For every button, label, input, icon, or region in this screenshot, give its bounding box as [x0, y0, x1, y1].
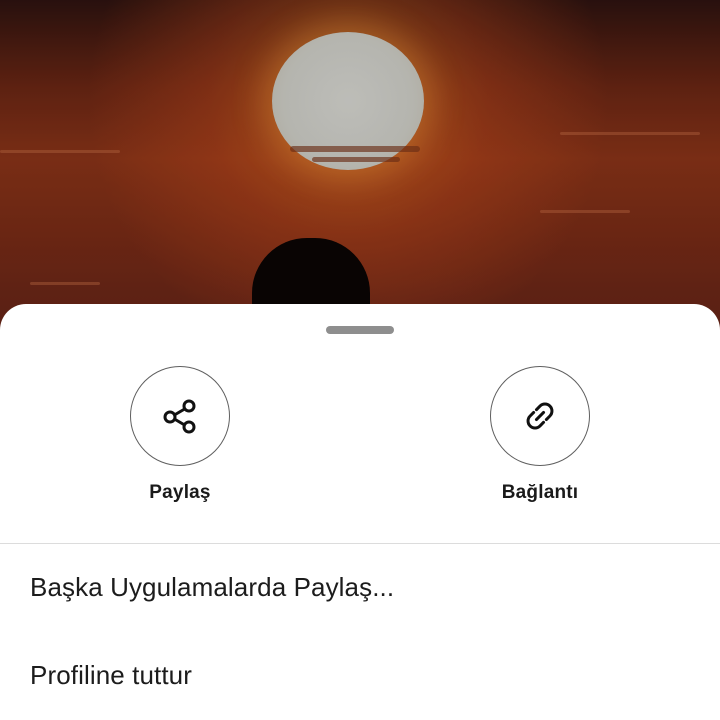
drag-handle[interactable]	[326, 326, 394, 334]
share-action-button[interactable]	[130, 366, 230, 466]
link-action-label: Bağlantı	[501, 482, 579, 503]
menu-item-pin-to-profile[interactable]: Profiline tuttur	[30, 660, 192, 691]
menu-item-share-other-apps[interactable]: Başka Uygulamalarda Paylaş...	[30, 572, 394, 603]
share-action[interactable]: Paylaş	[100, 366, 260, 504]
link-icon	[520, 396, 560, 436]
link-action-button[interactable]	[490, 366, 590, 466]
screen: Paylaş Bağlantı Başka Uygulamalarda Payl…	[0, 0, 720, 720]
share-bottom-sheet: Paylaş Bağlantı Başka Uygulamalarda Payl…	[0, 304, 720, 720]
share-action-label: Paylaş	[149, 482, 211, 503]
divider	[0, 543, 720, 544]
link-action[interactable]: Bağlantı	[460, 366, 620, 504]
share-icon	[160, 396, 200, 436]
